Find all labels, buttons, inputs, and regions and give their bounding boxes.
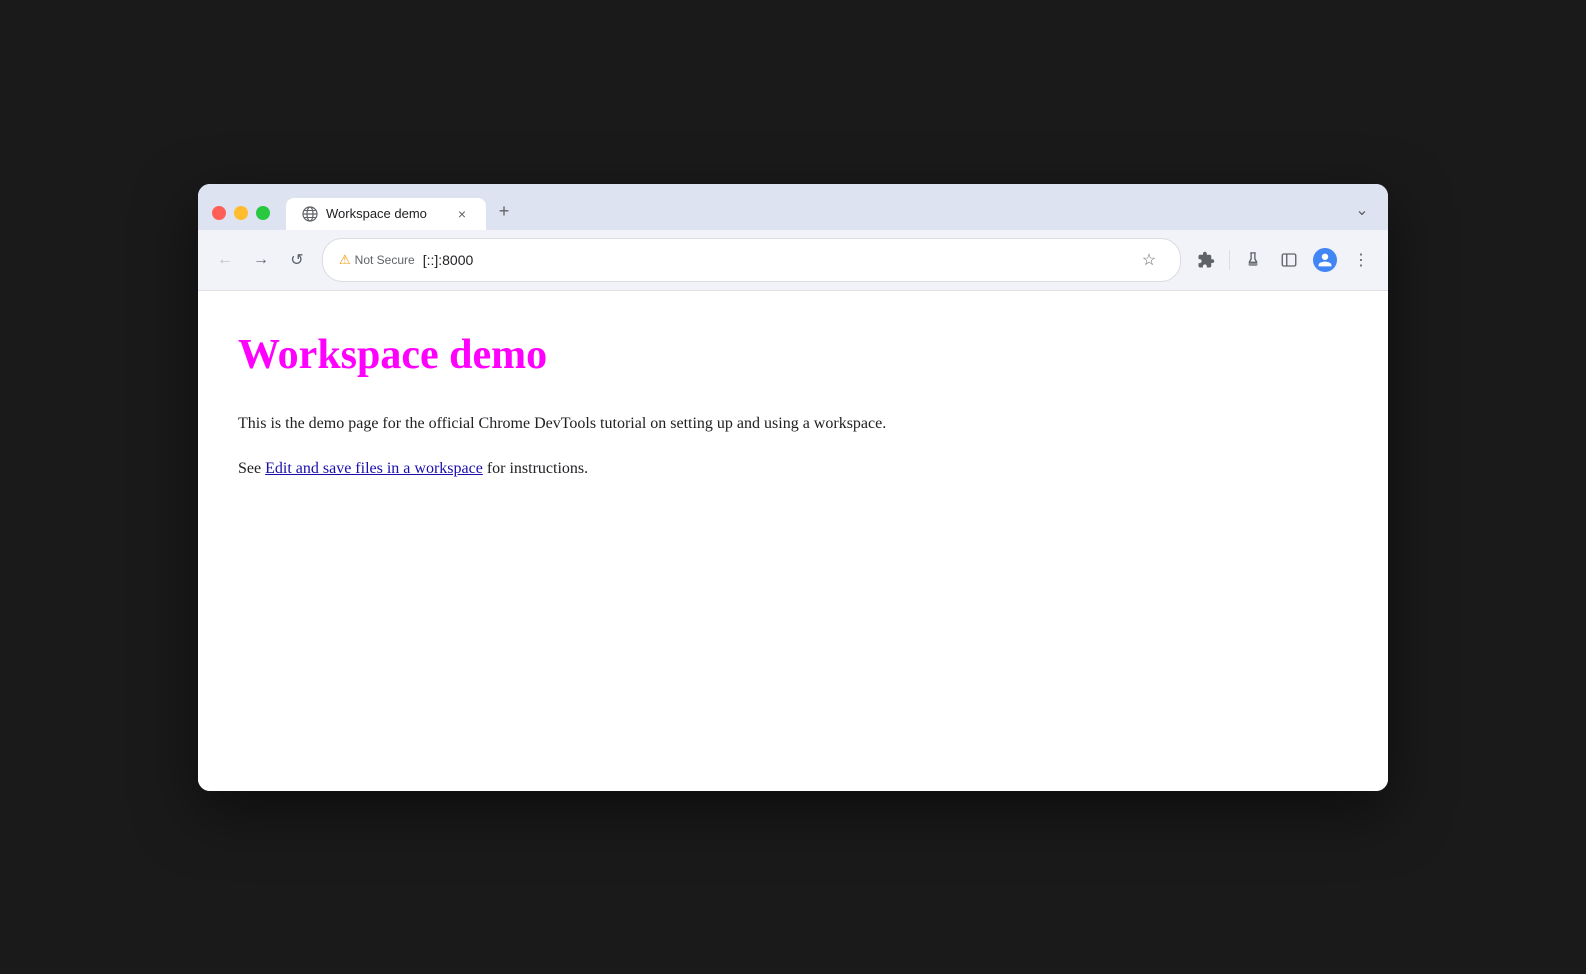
new-tab-button[interactable]: + xyxy=(490,198,518,226)
menu-button[interactable]: ⋮ xyxy=(1346,245,1376,275)
page-link-paragraph: See Edit and save files in a workspace f… xyxy=(238,456,1348,482)
workspace-link[interactable]: Edit and save files in a workspace xyxy=(265,460,483,477)
link-prefix: See xyxy=(238,460,265,477)
bookmark-button[interactable]: ☆ xyxy=(1134,245,1164,275)
security-status-text: Not Secure xyxy=(355,253,415,267)
tab-favicon-icon xyxy=(302,206,318,222)
tab-close-button[interactable]: × xyxy=(454,206,470,222)
back-button[interactable]: ← xyxy=(210,245,240,275)
link-suffix: for instructions. xyxy=(483,460,588,477)
tab-dropdown-button[interactable]: ⌄ xyxy=(1346,194,1378,226)
toolbar-divider xyxy=(1229,250,1230,270)
tab-bar: Workspace demo × + ⌄ xyxy=(198,184,1388,230)
url-text: [::]:8000 xyxy=(423,252,474,268)
profile-avatar xyxy=(1313,248,1337,272)
menu-dots-icon: ⋮ xyxy=(1353,250,1369,270)
page-description: This is the demo page for the official C… xyxy=(238,411,1348,437)
page-heading: Workspace demo xyxy=(238,331,1348,379)
profile-button[interactable] xyxy=(1310,245,1340,275)
maximize-button[interactable] xyxy=(256,206,270,220)
browser-window: Workspace demo × + ⌄ ← → ↺ ⚠ Not Secure … xyxy=(198,184,1388,791)
lab-button[interactable] xyxy=(1238,245,1268,275)
address-bar-actions: ☆ xyxy=(1134,245,1164,275)
window-controls xyxy=(208,206,278,230)
reload-button[interactable]: ↺ xyxy=(282,245,312,275)
warning-triangle-icon: ⚠ xyxy=(339,252,351,268)
active-tab[interactable]: Workspace demo × xyxy=(286,198,486,230)
toolbar: ← → ↺ ⚠ Not Secure [::]:8000 ☆ xyxy=(198,230,1388,291)
extensions-button[interactable] xyxy=(1191,245,1221,275)
forward-button[interactable]: → xyxy=(246,245,276,275)
security-warning: ⚠ Not Secure xyxy=(339,252,415,268)
address-bar[interactable]: ⚠ Not Secure [::]:8000 ☆ xyxy=(322,238,1181,282)
sidebar-button[interactable] xyxy=(1274,245,1304,275)
tab-title: Workspace demo xyxy=(326,206,446,221)
minimize-button[interactable] xyxy=(234,206,248,220)
page-content: Workspace demo This is the demo page for… xyxy=(198,291,1388,791)
close-button[interactable] xyxy=(212,206,226,220)
